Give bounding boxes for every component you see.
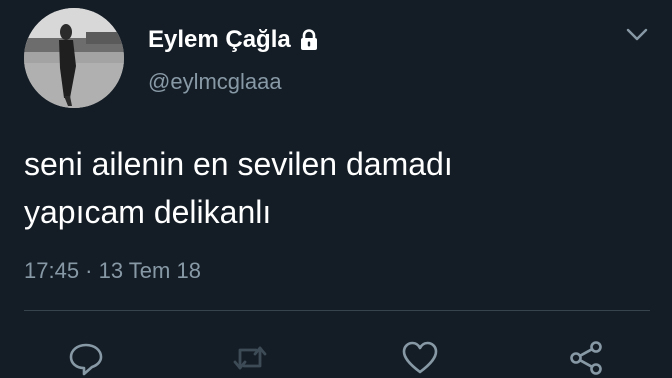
- tweet-text: seni ailenin en sevilen damadı yapıcam d…: [24, 140, 654, 236]
- action-bar: [0, 330, 672, 378]
- lock-icon: [299, 29, 319, 51]
- divider: [24, 310, 650, 311]
- like-icon[interactable]: [400, 338, 440, 378]
- share-icon[interactable]: [567, 338, 607, 378]
- timestamp[interactable]: 17:45 · 13 Tem 18: [24, 258, 201, 284]
- tweet-card: Eylem Çağla @eylmcglaaa seni ailenin en …: [0, 0, 672, 378]
- avatar-photo: [24, 8, 124, 108]
- tweet-text-line: yapıcam delikanlı: [24, 194, 272, 230]
- reply-icon[interactable]: [66, 338, 106, 378]
- user-handle[interactable]: @eylmcglaaa: [148, 69, 282, 95]
- tweet-text-line: seni ailenin en sevilen damadı: [24, 146, 453, 182]
- display-name[interactable]: Eylem Çağla: [148, 26, 291, 54]
- avatar[interactable]: [24, 8, 124, 108]
- chevron-down-icon[interactable]: [624, 26, 650, 44]
- user-header: Eylem Çağla: [148, 26, 319, 54]
- retweet-icon[interactable]: [230, 338, 270, 378]
